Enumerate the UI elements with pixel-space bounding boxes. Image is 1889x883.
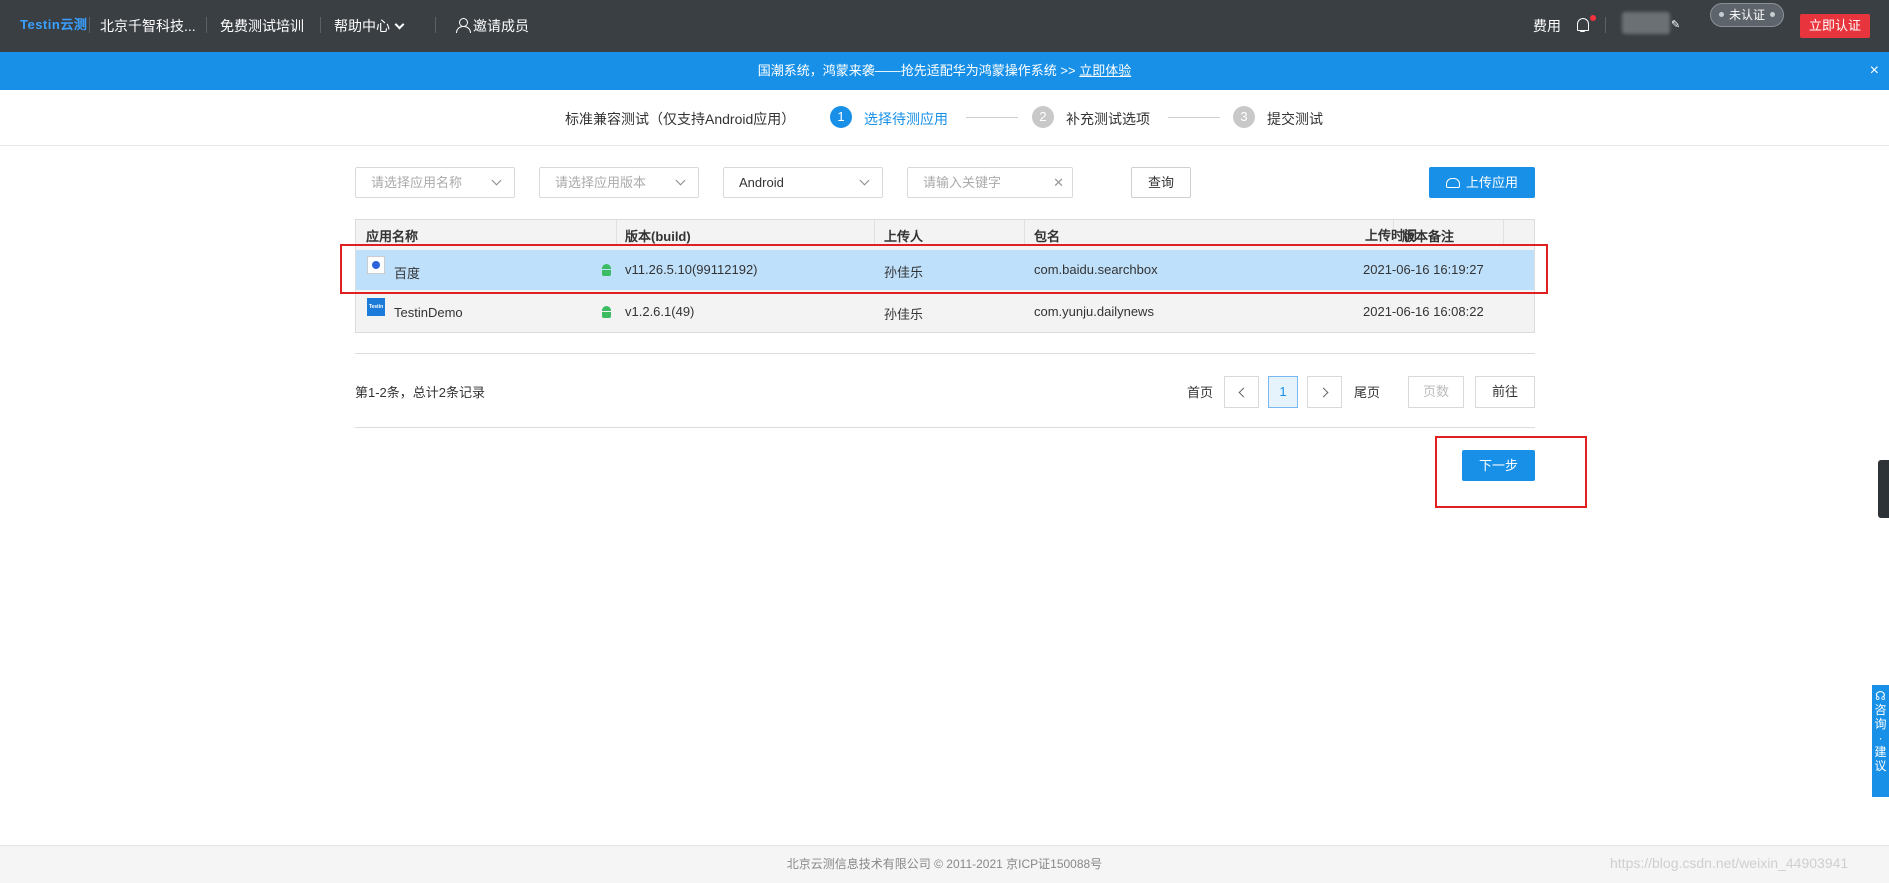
query-button[interactable]: 查询	[1131, 167, 1191, 198]
step-3-number: 3	[1233, 106, 1255, 128]
nav-divider	[1605, 17, 1606, 33]
app-version-placeholder: 请选择应用版本	[555, 175, 647, 190]
column-divider	[1503, 220, 1504, 244]
cloud-upload-icon	[1445, 178, 1460, 188]
chevron-down-icon	[394, 19, 405, 30]
clear-icon[interactable]: ✕	[1053, 168, 1064, 197]
chevron-left-icon	[1238, 387, 1248, 398]
side-tab-char: 建	[1874, 745, 1887, 759]
step-connector	[1168, 117, 1220, 118]
platform-select[interactable]: Android	[723, 167, 883, 198]
highlight-next-step	[1435, 436, 1587, 508]
chevron-down-icon	[675, 175, 686, 186]
unverified-badge[interactable]: 未认证	[1710, 3, 1784, 27]
banner-try-now-link[interactable]: 立即体验	[1079, 63, 1131, 78]
certify-now-button[interactable]: 立即认证	[1800, 14, 1870, 38]
page-number-input[interactable]: 页数	[1408, 376, 1464, 408]
step-1-label: 选择待测应用	[864, 111, 948, 127]
divider	[355, 427, 1535, 428]
platform-value: Android	[739, 175, 784, 190]
nav-divider	[206, 17, 207, 33]
close-icon[interactable]: ×	[1870, 52, 1879, 90]
app-name-cell: TestinDemo	[394, 305, 463, 320]
package-cell: com.yunju.dailynews	[1034, 304, 1154, 319]
app-name-placeholder: 请选择应用名称	[371, 175, 463, 190]
badge-dot-icon	[1718, 12, 1724, 18]
upload-app-label: 上传应用	[1465, 175, 1518, 190]
android-icon	[601, 306, 612, 318]
company-name-link[interactable]: 北京千智科技...	[100, 16, 196, 36]
testin-logo[interactable]: Testin云测	[20, 14, 87, 33]
upload-time-cell: 2021-06-16 16:08:22	[1363, 304, 1484, 319]
records-summary: 第1-2条，总计2条记录	[355, 385, 486, 400]
bell-icon[interactable]	[1576, 17, 1590, 33]
badge-dot-icon	[1770, 12, 1775, 18]
nav-divider	[435, 17, 436, 33]
step-connector	[966, 117, 1018, 118]
highlight-selected-row	[340, 244, 1548, 294]
column-divider	[1024, 220, 1025, 244]
help-center-label: 帮助中心	[334, 18, 390, 34]
version-cell: v1.2.6.1(49)	[625, 304, 695, 319]
app-name-select[interactable]: 请选择应用名称	[355, 167, 515, 198]
column-divider	[874, 220, 875, 244]
side-tab-char: 咨	[1874, 703, 1887, 717]
step-2-label: 补充测试选项	[1066, 111, 1150, 127]
watermark-text: https://blog.csdn.net/weixin_44903941	[1610, 855, 1849, 871]
column-header-upload-time: 上传时间	[1365, 228, 1418, 243]
top-navbar: Testin云测 北京千智科技... 免费测试培训 帮助中心 邀请成员 费用 ✎…	[0, 0, 1889, 52]
step-3-label: 提交测试	[1267, 111, 1323, 127]
steps-bar: 标准兼容测试（仅支持Android应用） 1 选择待测应用 2 补充测试选项 3…	[0, 90, 1889, 146]
chevron-down-icon	[859, 175, 870, 186]
unverified-label: 未认证	[1728, 8, 1765, 22]
testin-app-icon: Testin	[367, 298, 385, 316]
side-tab-char: 议	[1874, 759, 1887, 773]
column-divider	[616, 220, 617, 244]
page-number-button[interactable]: 1	[1268, 376, 1298, 408]
nav-divider	[89, 17, 90, 33]
side-tab-char: ·	[1878, 731, 1883, 745]
help-center-menu[interactable]: 帮助中心	[334, 16, 405, 36]
free-training-link[interactable]: 免费测试培训	[220, 16, 304, 36]
upload-app-button[interactable]: 上传应用	[1429, 167, 1535, 198]
person-icon	[456, 18, 471, 33]
fee-link[interactable]: 费用	[1533, 16, 1561, 36]
chevron-down-icon	[491, 175, 502, 186]
app-version-select[interactable]: 请选择应用版本	[539, 167, 699, 198]
invite-member-label: 邀请成员	[473, 18, 529, 34]
first-page-link[interactable]: 首页	[1187, 382, 1213, 401]
banner-text: 国潮系统，鸿蒙来袭——抢先适配华为鸿蒙操作系统 >>	[757, 63, 1080, 78]
consult-feedback-tab[interactable]: ☊ 咨 询 · 建 议	[1872, 685, 1889, 797]
keyword-placeholder: 请输入关键字	[923, 175, 1002, 190]
step-1-number: 1	[830, 106, 852, 128]
copyright-text: 北京云测信息技术有限公司 © 2011-2021 京ICP证150088号	[786, 857, 1103, 871]
side-tab-char: 询	[1874, 717, 1887, 731]
headset-icon: ☊	[1875, 689, 1886, 703]
page-footer: 北京云测信息技术有限公司 © 2011-2021 京ICP证150088号	[0, 845, 1889, 883]
column-header-app-name: 应用名称	[366, 229, 419, 244]
column-header-package: 包名	[1034, 229, 1061, 244]
keyword-input[interactable]: 请输入关键字 ✕	[907, 167, 1073, 198]
column-header-uploader: 上传人	[884, 229, 924, 244]
test-type-title: 标准兼容测试（仅支持Android应用）	[565, 111, 796, 127]
nav-divider	[320, 17, 321, 33]
edit-pencil-icon[interactable]: ✎	[1671, 18, 1680, 31]
table-row[interactable]: Testin TestinDemo v1.2.6.1(49) 孙佳乐 com.y…	[356, 292, 1534, 332]
chevron-right-icon	[1318, 387, 1328, 398]
last-page-link[interactable]: 尾页	[1354, 382, 1380, 401]
user-name-blurred[interactable]	[1622, 12, 1670, 34]
side-toolbar-handle[interactable]	[1878, 460, 1889, 518]
prev-page-button[interactable]	[1224, 376, 1259, 408]
uploader-cell: 孙佳乐	[884, 307, 924, 322]
step-2-number: 2	[1032, 106, 1054, 128]
column-header-version: 版本(build)	[625, 229, 691, 244]
next-page-button[interactable]	[1307, 376, 1342, 408]
invite-member-link[interactable]: 邀请成员	[456, 16, 529, 36]
go-page-button[interactable]: 前往	[1475, 376, 1535, 408]
announcement-banner: 国潮系统，鸿蒙来袭——抢先适配华为鸿蒙操作系统 >> 立即体验 ×	[0, 52, 1889, 90]
divider	[355, 353, 1535, 354]
notification-dot	[1590, 15, 1596, 21]
